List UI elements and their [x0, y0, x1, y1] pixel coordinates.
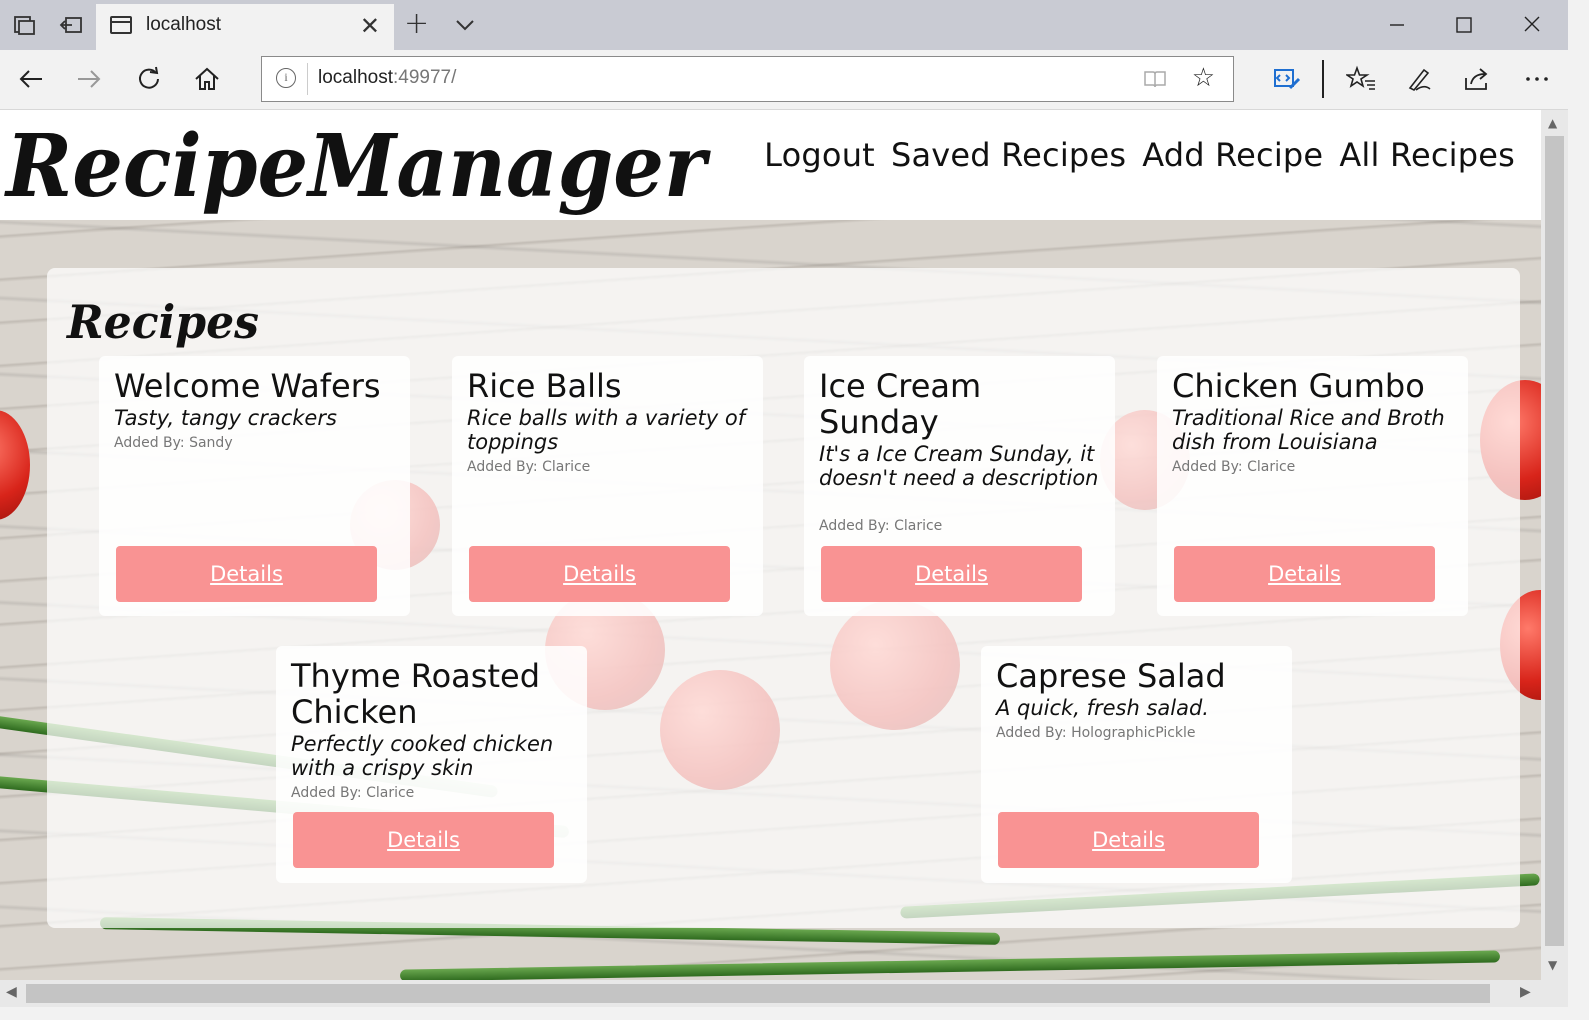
- url-text[interactable]: localhost:49977/: [318, 67, 456, 89]
- nav-add-recipe[interactable]: Add Recipe: [1142, 136, 1323, 174]
- svg-text:Recipes: Recipes: [65, 295, 259, 349]
- recipe-description: A quick, fresh salad.: [996, 696, 1209, 720]
- page-icon: [110, 16, 132, 34]
- scroll-right-icon[interactable]: ▶: [1520, 984, 1531, 1000]
- reading-view-icon[interactable]: [1143, 69, 1167, 89]
- page-viewport: RecipeManager Logout Saved Recipes Add R…: [0, 110, 1541, 980]
- details-button[interactable]: Details: [1174, 546, 1435, 602]
- share-icon[interactable]: [1462, 64, 1492, 94]
- recipe-name: Caprese Salad: [996, 657, 1226, 695]
- tab-title: localhost: [146, 14, 221, 35]
- refresh-icon[interactable]: [134, 64, 164, 94]
- recipe-author: Added By: Sandy: [114, 435, 233, 451]
- set-aside-tabs-icon[interactable]: [58, 12, 84, 38]
- recipe-description: Rice balls with a variety of toppings: [467, 406, 746, 454]
- address-bar[interactable]: i localhost:49977/ ☆: [261, 56, 1234, 102]
- details-button[interactable]: Details: [293, 812, 554, 868]
- star-icon[interactable]: ☆: [1192, 65, 1215, 91]
- window-close-icon[interactable]: [1517, 12, 1547, 38]
- details-button[interactable]: Details: [116, 546, 377, 602]
- url-port: :49977/: [393, 67, 457, 88]
- main-nav: Logout Saved Recipes Add Recipe All Reci…: [764, 136, 1515, 174]
- section-title: Recipes: [65, 295, 259, 349]
- recipe-card: Caprese Salad A quick, fresh salad. Adde…: [981, 646, 1292, 883]
- recipe-author: Added By: Clarice: [467, 459, 591, 475]
- address-separator: [307, 63, 308, 95]
- favorites-list-icon[interactable]: [1346, 64, 1376, 94]
- recipe-name: Thyme Roasted Chicken: [291, 657, 540, 731]
- pen-icon[interactable]: [1404, 64, 1434, 94]
- details-button[interactable]: Details: [821, 546, 1082, 602]
- scroll-left-icon[interactable]: ◀: [6, 984, 17, 1000]
- address-toolbar: i localhost:49977/ ☆: [0, 50, 1589, 110]
- recipe-author: Added By: Clarice: [819, 518, 943, 534]
- recipe-card: Rice Balls Rice balls with a variety of …: [452, 356, 763, 616]
- recipe-description: Perfectly cooked chicken with a crispy s…: [291, 732, 554, 780]
- recipe-author: Added By: Clarice: [1172, 459, 1296, 475]
- recipe-description: Traditional Rice and Broth dish from Lou…: [1172, 406, 1445, 454]
- minimize-icon[interactable]: [1382, 12, 1412, 38]
- scroll-up-icon[interactable]: ▲: [1548, 116, 1557, 130]
- recipe-description: It's a Ice Cream Sunday, it doesn't need…: [819, 442, 1099, 490]
- nav-saved-recipes[interactable]: Saved Recipes: [891, 136, 1126, 174]
- browser-tab-bar: localhost ✕ +: [0, 0, 1589, 50]
- scroll-down-icon[interactable]: ▼: [1548, 958, 1557, 972]
- recipe-card: Ice Cream Sunday It's a Ice Cream Sunday…: [804, 356, 1115, 616]
- vertical-scroll-thumb[interactable]: [1545, 136, 1564, 946]
- recipe-card: Welcome Wafers Tasty, tangy crackers Add…: [99, 356, 410, 616]
- window-edge: [1568, 0, 1589, 1020]
- recipes-panel: Recipes Welcome Wafers Tasty, tangy crac…: [47, 268, 1520, 928]
- url-host: localhost: [318, 67, 393, 88]
- tab-localhost[interactable]: localhost ✕: [96, 4, 394, 50]
- details-button[interactable]: Details: [469, 546, 730, 602]
- recipe-author: Added By: HolographicPickle: [996, 725, 1196, 741]
- tab-list-icon[interactable]: [12, 12, 38, 38]
- recipe-name: Chicken Gumbo: [1172, 367, 1425, 405]
- svg-text:RecipeManager: RecipeManager: [4, 116, 711, 217]
- recipe-author: Added By: Clarice: [291, 785, 415, 801]
- recipe-name: Ice Cream Sunday: [819, 367, 982, 441]
- toolbar-separator: [1322, 60, 1324, 98]
- back-arrow-icon[interactable]: [16, 64, 46, 94]
- home-icon[interactable]: [192, 64, 222, 94]
- recipe-card: Chicken Gumbo Traditional Rice and Broth…: [1157, 356, 1468, 616]
- close-icon[interactable]: ✕: [360, 12, 380, 40]
- nav-logout[interactable]: Logout: [764, 136, 875, 174]
- maximize-icon[interactable]: [1449, 12, 1479, 38]
- details-button[interactable]: Details: [998, 812, 1259, 868]
- info-icon[interactable]: i: [276, 68, 296, 88]
- more-icon[interactable]: [1522, 64, 1552, 94]
- horizontal-scroll-thumb[interactable]: [26, 984, 1490, 1003]
- plus-icon[interactable]: +: [404, 6, 429, 41]
- vertical-scrollbar[interactable]: ▲ ▼: [1541, 110, 1568, 980]
- forward-arrow-icon[interactable]: [74, 64, 104, 94]
- nav-all-recipes[interactable]: All Recipes: [1339, 136, 1515, 174]
- recipe-name: Rice Balls: [467, 367, 622, 405]
- chevron-down-icon[interactable]: [454, 14, 476, 36]
- recipe-description: Tasty, tangy crackers: [114, 406, 337, 430]
- recipe-card: Thyme Roasted Chicken Perfectly cooked c…: [276, 646, 587, 883]
- developer-tools-icon[interactable]: [1272, 64, 1302, 94]
- window-bottom-edge: [0, 1007, 1589, 1020]
- recipe-name: Welcome Wafers: [114, 367, 381, 405]
- horizontal-scrollbar[interactable]: ◀ ▶: [0, 980, 1568, 1007]
- site-logo[interactable]: RecipeManager: [4, 114, 714, 218]
- site-header: RecipeManager Logout Saved Recipes Add R…: [0, 110, 1541, 220]
